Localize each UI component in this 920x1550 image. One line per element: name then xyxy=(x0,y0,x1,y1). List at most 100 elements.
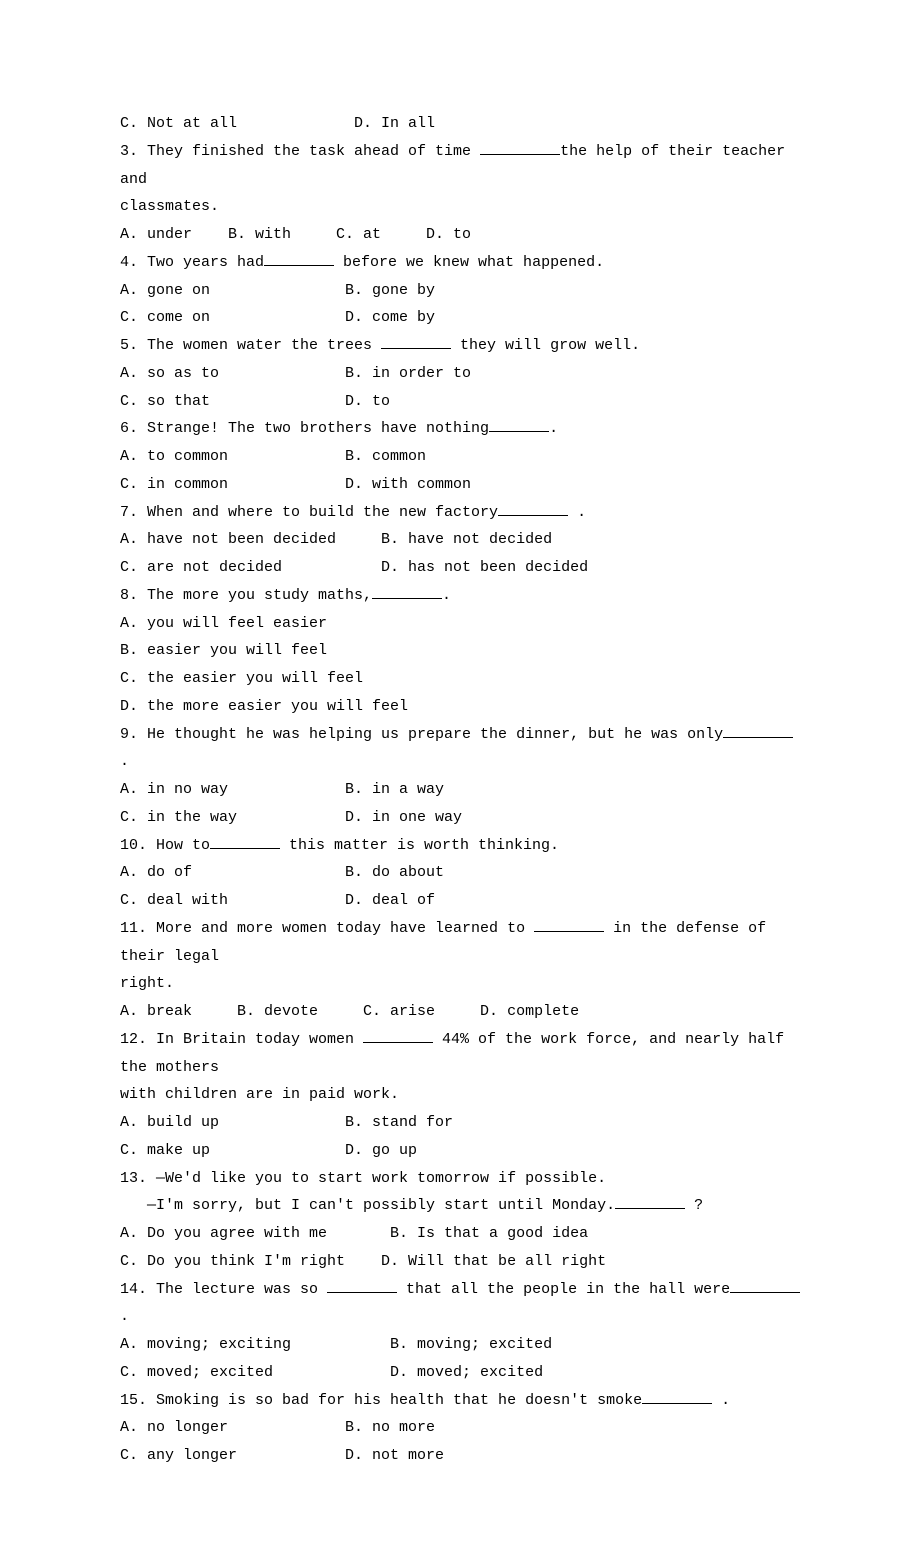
line-text: C. Do you think I'm right D. Will that b… xyxy=(120,1253,606,1270)
line-text: 14. The lecture was so xyxy=(120,1281,327,1298)
text-line: 15. Smoking is so bad for his health tha… xyxy=(120,1387,805,1415)
text-line: C. Do you think I'm right D. Will that b… xyxy=(120,1248,805,1276)
line-text: C. the easier you will feel xyxy=(120,670,363,687)
fill-blank xyxy=(642,1388,712,1403)
text-line: A. build up B. stand for xyxy=(120,1109,805,1137)
line-text: 15. Smoking is so bad for his health tha… xyxy=(120,1392,642,1409)
line-text: C. in common D. with common xyxy=(120,476,471,493)
text-line: 4. Two years had before we knew what hap… xyxy=(120,249,805,277)
text-line: A. you will feel easier xyxy=(120,610,805,638)
text-line: C. moved; excited D. moved; excited xyxy=(120,1359,805,1387)
text-line: 11. More and more women today have learn… xyxy=(120,915,805,971)
line-text: with children are in paid work. xyxy=(120,1086,399,1103)
text-line: A. have not been decided B. have not dec… xyxy=(120,526,805,554)
line-text: A. you will feel easier xyxy=(120,615,327,632)
line-text: C. any longer D. not more xyxy=(120,1447,444,1464)
text-line: A. break B. devote C. arise D. complete xyxy=(120,998,805,1026)
line-text: 5. The women water the trees xyxy=(120,337,381,354)
line-text: 7. When and where to build the new facto… xyxy=(120,504,498,521)
line-text: A. do of B. do about xyxy=(120,864,444,881)
line-text: A. gone on B. gone by xyxy=(120,282,435,299)
fill-blank xyxy=(723,722,793,737)
line-text: before we knew what happened. xyxy=(334,254,604,271)
text-line: C. any longer D. not more xyxy=(120,1442,805,1470)
text-line: D. the more easier you will feel xyxy=(120,693,805,721)
text-line: C. in the way D. in one way xyxy=(120,804,805,832)
text-line: C. Not at all D. In all xyxy=(120,110,805,138)
text-line: C. are not decided D. has not been decid… xyxy=(120,554,805,582)
text-line: 10. How to this matter is worth thinking… xyxy=(120,832,805,860)
text-line: C. in common D. with common xyxy=(120,471,805,499)
line-text: A. under B. with C. at D. to xyxy=(120,226,471,243)
line-text: . xyxy=(712,1392,730,1409)
text-line: C. the easier you will feel xyxy=(120,665,805,693)
text-line: A. to common B. common xyxy=(120,443,805,471)
text-line: A. Do you agree with me B. Is that a goo… xyxy=(120,1220,805,1248)
line-text: A. so as to B. in order to xyxy=(120,365,471,382)
fill-blank xyxy=(730,1277,800,1292)
line-text: A. to common B. common xyxy=(120,448,426,465)
text-line: 9. He thought he was helping us prepare … xyxy=(120,721,805,777)
fill-blank xyxy=(480,140,560,155)
line-text: ? xyxy=(685,1197,703,1214)
line-text: right. xyxy=(120,975,174,992)
text-line: A. do of B. do about xyxy=(120,859,805,887)
line-text: C. moved; excited D. moved; excited xyxy=(120,1364,543,1381)
line-text: C. Not at all D. In all xyxy=(120,115,435,132)
line-text: A. in no way B. in a way xyxy=(120,781,444,798)
line-text: C. so that D. to xyxy=(120,393,390,410)
text-line: A. no longer B. no more xyxy=(120,1414,805,1442)
text-line: —I'm sorry, but I can't possibly start u… xyxy=(120,1192,805,1220)
fill-blank xyxy=(264,251,334,266)
line-text: B. easier you will feel xyxy=(120,642,327,659)
text-line: 6. Strange! The two brothers have nothin… xyxy=(120,415,805,443)
line-text: 9. He thought he was helping us prepare … xyxy=(120,726,723,743)
fill-blank xyxy=(210,833,280,848)
text-line: 3. They finished the task ahead of time … xyxy=(120,138,805,194)
line-text: A. have not been decided B. have not dec… xyxy=(120,531,552,548)
text-line: with children are in paid work. xyxy=(120,1081,805,1109)
line-text: —I'm sorry, but I can't possibly start u… xyxy=(120,1197,615,1214)
line-text: 12. In Britain today women xyxy=(120,1031,363,1048)
fill-blank xyxy=(498,500,568,515)
line-text: D. the more easier you will feel xyxy=(120,698,408,715)
line-text: 8. The more you study maths, xyxy=(120,587,372,604)
text-line: 14. The lecture was so that all the peop… xyxy=(120,1276,805,1332)
line-text: 11. More and more women today have learn… xyxy=(120,920,534,937)
text-line: 8. The more you study maths,. xyxy=(120,582,805,610)
line-text: C. come on D. come by xyxy=(120,309,435,326)
text-line: 12. In Britain today women 44% of the wo… xyxy=(120,1026,805,1082)
line-text: 10. How to xyxy=(120,837,210,854)
text-line: A. under B. with C. at D. to xyxy=(120,221,805,249)
text-line: A. moving; exciting B. moving; excited xyxy=(120,1331,805,1359)
fill-blank xyxy=(327,1277,397,1292)
line-text: . xyxy=(549,420,558,437)
text-line: 7. When and where to build the new facto… xyxy=(120,499,805,527)
text-line: A. so as to B. in order to xyxy=(120,360,805,388)
line-text: A. moving; exciting B. moving; excited xyxy=(120,1336,552,1353)
line-text: 13. —We'd like you to start work tomorro… xyxy=(120,1170,606,1187)
line-text: A. no longer B. no more xyxy=(120,1419,435,1436)
text-line: classmates. xyxy=(120,193,805,221)
line-text: they will grow well. xyxy=(451,337,640,354)
fill-blank xyxy=(489,417,549,432)
line-text: 6. Strange! The two brothers have nothin… xyxy=(120,420,489,437)
line-text: A. Do you agree with me B. Is that a goo… xyxy=(120,1225,588,1242)
text-line: right. xyxy=(120,970,805,998)
fill-blank xyxy=(363,1028,433,1043)
line-text: C. are not decided D. has not been decid… xyxy=(120,559,588,576)
line-text: classmates. xyxy=(120,198,219,215)
fill-blank xyxy=(372,584,442,599)
text-line: C. make up D. go up xyxy=(120,1137,805,1165)
text-line: C. come on D. come by xyxy=(120,304,805,332)
line-text: C. deal with D. deal of xyxy=(120,892,435,909)
line-text: that all the people in the hall were xyxy=(397,1281,730,1298)
fill-blank xyxy=(615,1194,685,1209)
text-line: A. in no way B. in a way xyxy=(120,776,805,804)
line-text: 4. Two years had xyxy=(120,254,264,271)
line-text: A. build up B. stand for xyxy=(120,1114,453,1131)
text-line: B. easier you will feel xyxy=(120,637,805,665)
fill-blank xyxy=(534,917,604,932)
fill-blank xyxy=(381,334,451,349)
document-page: C. Not at all D. In all 3. They finished … xyxy=(0,0,920,1550)
